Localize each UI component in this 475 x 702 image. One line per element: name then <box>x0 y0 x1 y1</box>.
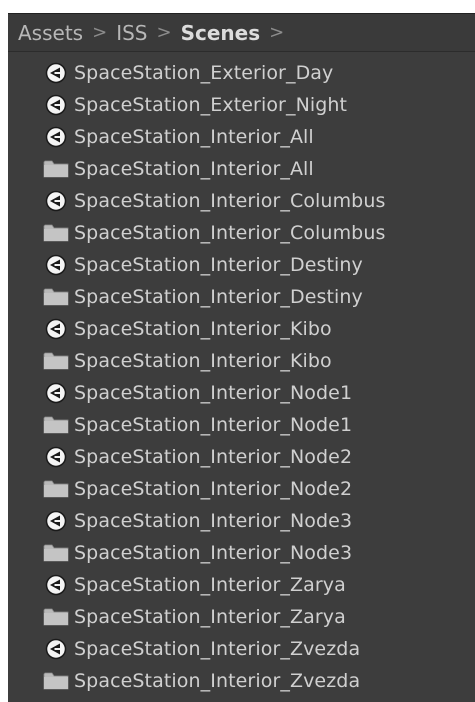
file-name: SpaceStation_Interior_Node3 <box>74 510 353 532</box>
file-name: SpaceStation_Interior_Node1 <box>74 414 353 436</box>
file-list-item[interactable]: SpaceStation_Interior_Node3 <box>8 505 475 537</box>
file-list-item[interactable]: SpaceStation_Interior_Columbus <box>8 217 475 249</box>
file-list: SpaceStation_Exterior_Day SpaceStation_E… <box>8 57 475 697</box>
unity-scene-icon <box>42 62 70 84</box>
breadcrumb-assets[interactable]: Assets <box>18 21 83 45</box>
unity-scene-icon <box>42 190 70 212</box>
project-browser-panel: Assets > ISS > Scenes > SpaceStation_Ext… <box>8 13 475 702</box>
file-name: SpaceStation_Interior_Columbus <box>74 190 386 212</box>
breadcrumb-separator-icon[interactable]: > <box>269 22 284 43</box>
file-list-item[interactable]: SpaceStation_Exterior_Day <box>8 57 475 89</box>
file-list-item[interactable]: SpaceStation_Interior_Columbus <box>8 185 475 217</box>
folder-icon <box>42 414 70 436</box>
file-name: SpaceStation_Interior_Columbus <box>74 222 386 244</box>
file-list-item[interactable]: SpaceStation_Interior_Destiny <box>8 249 475 281</box>
folder-icon <box>42 350 70 372</box>
file-name: SpaceStation_Interior_Kibo <box>74 318 332 340</box>
unity-scene-icon <box>42 126 70 148</box>
folder-icon <box>42 158 70 180</box>
file-list-item[interactable]: SpaceStation_Exterior_Night <box>8 89 475 121</box>
file-list-item[interactable]: SpaceStation_Interior_Node1 <box>8 409 475 441</box>
file-name: SpaceStation_Exterior_Night <box>74 94 348 116</box>
folder-icon <box>42 670 70 692</box>
file-list-item[interactable]: SpaceStation_Interior_Kibo <box>8 345 475 377</box>
file-name: SpaceStation_Interior_Node1 <box>74 382 353 404</box>
breadcrumb-scenes[interactable]: Scenes <box>181 21 261 45</box>
file-list-item[interactable]: SpaceStation_Interior_Node1 <box>8 377 475 409</box>
file-name: SpaceStation_Interior_All <box>74 158 314 180</box>
unity-scene-icon <box>42 382 70 404</box>
breadcrumb-iss[interactable]: ISS <box>116 21 147 45</box>
unity-scene-icon <box>42 446 70 468</box>
breadcrumb: Assets > ISS > Scenes > <box>8 14 475 52</box>
folder-icon <box>42 542 70 564</box>
folder-icon <box>42 478 70 500</box>
folder-icon <box>42 222 70 244</box>
breadcrumb-separator-icon: > <box>156 22 172 43</box>
file-name: SpaceStation_Interior_Destiny <box>74 286 363 308</box>
unity-scene-icon <box>42 510 70 532</box>
unity-scene-icon <box>42 318 70 340</box>
file-name: SpaceStation_Interior_Zarya <box>74 606 346 628</box>
unity-scene-icon <box>42 254 70 276</box>
file-name: SpaceStation_Interior_Zvezda <box>74 638 361 660</box>
file-list-item[interactable]: SpaceStation_Interior_Zarya <box>8 601 475 633</box>
file-name: SpaceStation_Interior_Destiny <box>74 254 363 276</box>
file-list-item[interactable]: SpaceStation_Interior_Zarya <box>8 569 475 601</box>
folder-icon <box>42 606 70 628</box>
file-list-item[interactable]: SpaceStation_Interior_Kibo <box>8 313 475 345</box>
file-list-item[interactable]: SpaceStation_Interior_Destiny <box>8 281 475 313</box>
file-name: SpaceStation_Interior_Zvezda <box>74 670 361 692</box>
file-list-item[interactable]: SpaceStation_Interior_Zvezda <box>8 633 475 665</box>
file-list-item[interactable]: SpaceStation_Interior_All <box>8 121 475 153</box>
file-name: SpaceStation_Interior_Node2 <box>74 446 353 468</box>
file-list-item[interactable]: SpaceStation_Interior_Zvezda <box>8 665 475 697</box>
unity-scene-icon <box>42 574 70 596</box>
file-name: SpaceStation_Interior_Node2 <box>74 478 353 500</box>
file-list-item[interactable]: SpaceStation_Interior_Node2 <box>8 473 475 505</box>
file-name: SpaceStation_Interior_Kibo <box>74 350 332 372</box>
file-list-item[interactable]: SpaceStation_Interior_Node3 <box>8 537 475 569</box>
file-name: SpaceStation_Interior_Node3 <box>74 542 353 564</box>
file-name: SpaceStation_Exterior_Day <box>74 62 334 84</box>
file-list-item[interactable]: SpaceStation_Interior_Node2 <box>8 441 475 473</box>
file-name: SpaceStation_Interior_Zarya <box>74 574 346 596</box>
unity-scene-icon <box>42 638 70 660</box>
file-list-item[interactable]: SpaceStation_Interior_All <box>8 153 475 185</box>
breadcrumb-separator-icon: > <box>92 22 108 43</box>
file-name: SpaceStation_Interior_All <box>74 126 314 148</box>
folder-icon <box>42 286 70 308</box>
unity-scene-icon <box>42 94 70 116</box>
